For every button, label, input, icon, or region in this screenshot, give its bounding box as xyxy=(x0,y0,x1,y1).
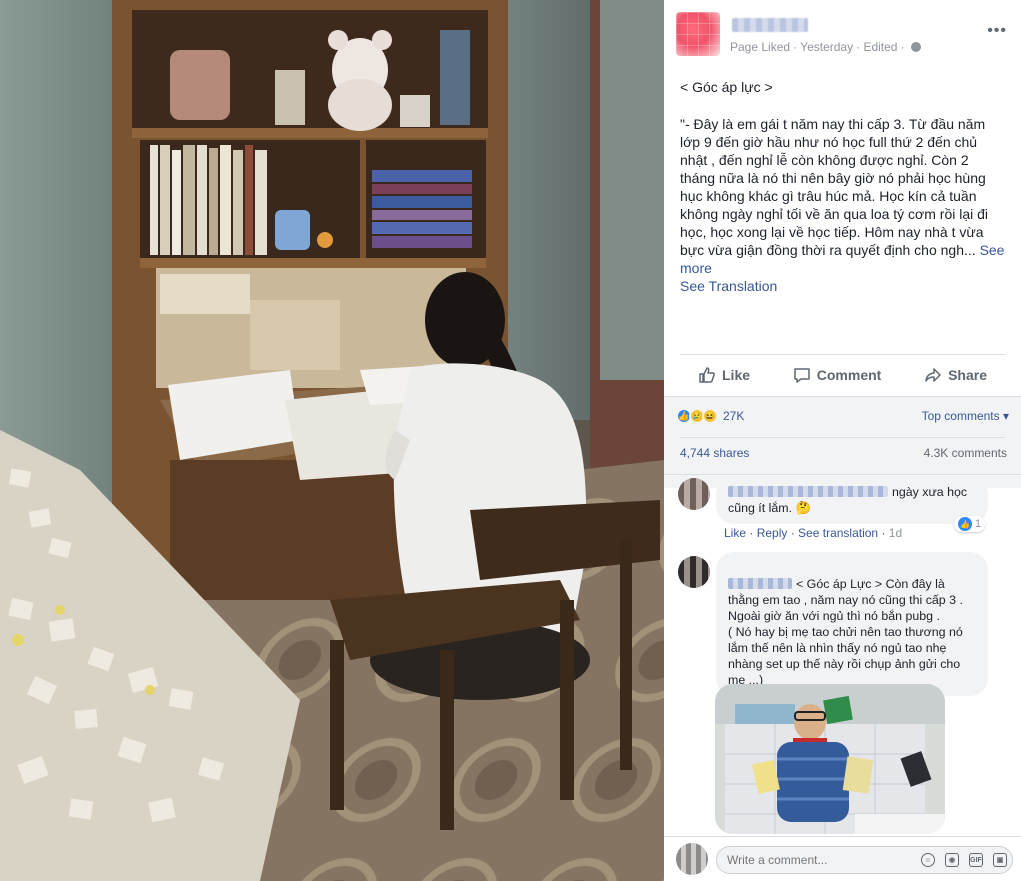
comment-input-icons: ☺ ◉ GIF ▣ xyxy=(921,853,1007,867)
page-liked-label: Page Liked xyxy=(730,40,791,54)
post-body: "- Đây là em gái t năm nay thi cấp 3. Từ… xyxy=(680,115,1006,277)
thumbs-up-icon xyxy=(699,367,715,383)
post-meta: Page Liked · Yesterday · Edited · xyxy=(730,40,924,54)
comment-like-link[interactable]: Like xyxy=(724,526,746,540)
commenter-avatar[interactable] xyxy=(678,478,710,510)
comment-bubble: ngày xưa học cũng ít lắm. 🤔 xyxy=(716,476,988,524)
comment-actions: Like · Reply · See translation · 1d xyxy=(724,526,903,540)
sleeping-boy-photo xyxy=(715,684,945,834)
comment-likes-count: 1 xyxy=(975,518,982,530)
shares-count[interactable]: 4,744 shares xyxy=(680,446,749,460)
comment-bubble: < Góc áp Lực > Còn đây là thằng em tao ,… xyxy=(716,552,988,696)
top-comments-dropdown[interactable]: Top comments ▾ xyxy=(922,409,1009,423)
sticker-icon[interactable]: ▣ xyxy=(993,853,1007,867)
commenter-name-blurred[interactable] xyxy=(728,486,888,497)
comment-button[interactable]: Comment xyxy=(775,366,900,384)
commenter-name-blurred[interactable] xyxy=(728,578,792,589)
globe-icon xyxy=(910,42,921,52)
post-header: Page Liked · Yesterday · Edited · ••• xyxy=(676,12,1011,56)
comment-text: < Góc áp Lực > Còn đây là thằng em tao ,… xyxy=(728,577,963,687)
page-name-blurred[interactable] xyxy=(732,18,808,32)
post-time[interactable]: Yesterday xyxy=(800,40,853,54)
post-photo[interactable] xyxy=(0,0,664,881)
reactions-summary[interactable]: 👍 😢 😆 27K xyxy=(676,408,744,424)
edited-label[interactable]: Edited xyxy=(863,40,897,54)
write-comment-bar: ☺ ◉ GIF ▣ xyxy=(664,836,1021,881)
post-actions: Like Comment Share xyxy=(680,360,1005,390)
comments-count[interactable]: 4.3K comments xyxy=(924,446,1007,460)
post-panel: Page Liked · Yesterday · Edited · ••• < Góc… xyxy=(664,0,1021,881)
comment-label: Comment xyxy=(816,367,882,383)
share-button[interactable]: Share xyxy=(906,366,1005,384)
emoji-icon[interactable]: ☺ xyxy=(921,853,935,867)
like-mini-icon: 👍 xyxy=(958,517,972,531)
camera-icon[interactable]: ◉ xyxy=(945,853,959,867)
comment-photo[interactable] xyxy=(715,684,945,834)
divider xyxy=(664,474,1021,475)
share-label: Share xyxy=(948,367,987,383)
post-text: < Góc áp lực > "- Đây là em gái t năm na… xyxy=(680,78,1006,295)
comment-time[interactable]: 1d xyxy=(889,526,902,540)
my-avatar[interactable] xyxy=(676,843,708,875)
more-dots-icon[interactable]: ••• xyxy=(987,22,1007,40)
comment-likes-badge[interactable]: 👍 1 xyxy=(954,516,986,532)
comment-icon xyxy=(794,368,810,383)
like-label: Like xyxy=(722,367,751,383)
reactions-count[interactable]: 27K xyxy=(723,409,744,423)
see-translation-link[interactable]: See Translation xyxy=(680,277,1006,295)
share-arrow-icon xyxy=(925,368,941,382)
page-avatar[interactable] xyxy=(676,12,720,56)
haha-reaction-icon: 😆 xyxy=(702,408,718,424)
gif-icon[interactable]: GIF xyxy=(969,853,983,867)
photo-scene xyxy=(0,0,664,881)
commenter-avatar[interactable] xyxy=(678,556,710,588)
comment-reply-link[interactable]: Reply xyxy=(757,526,788,540)
stats-bar: 👍 😢 😆 27K Top comments ▾ 4,744 shares 4.… xyxy=(664,396,1021,488)
comment-see-translation-link[interactable]: See translation xyxy=(798,526,878,540)
like-button[interactable]: Like xyxy=(680,366,768,384)
post-title: < Góc áp lực > xyxy=(680,79,773,95)
divider xyxy=(680,354,1005,355)
post-body-text: "- Đây là em gái t năm nay thi cấp 3. Từ… xyxy=(680,116,989,258)
divider xyxy=(680,437,1005,438)
